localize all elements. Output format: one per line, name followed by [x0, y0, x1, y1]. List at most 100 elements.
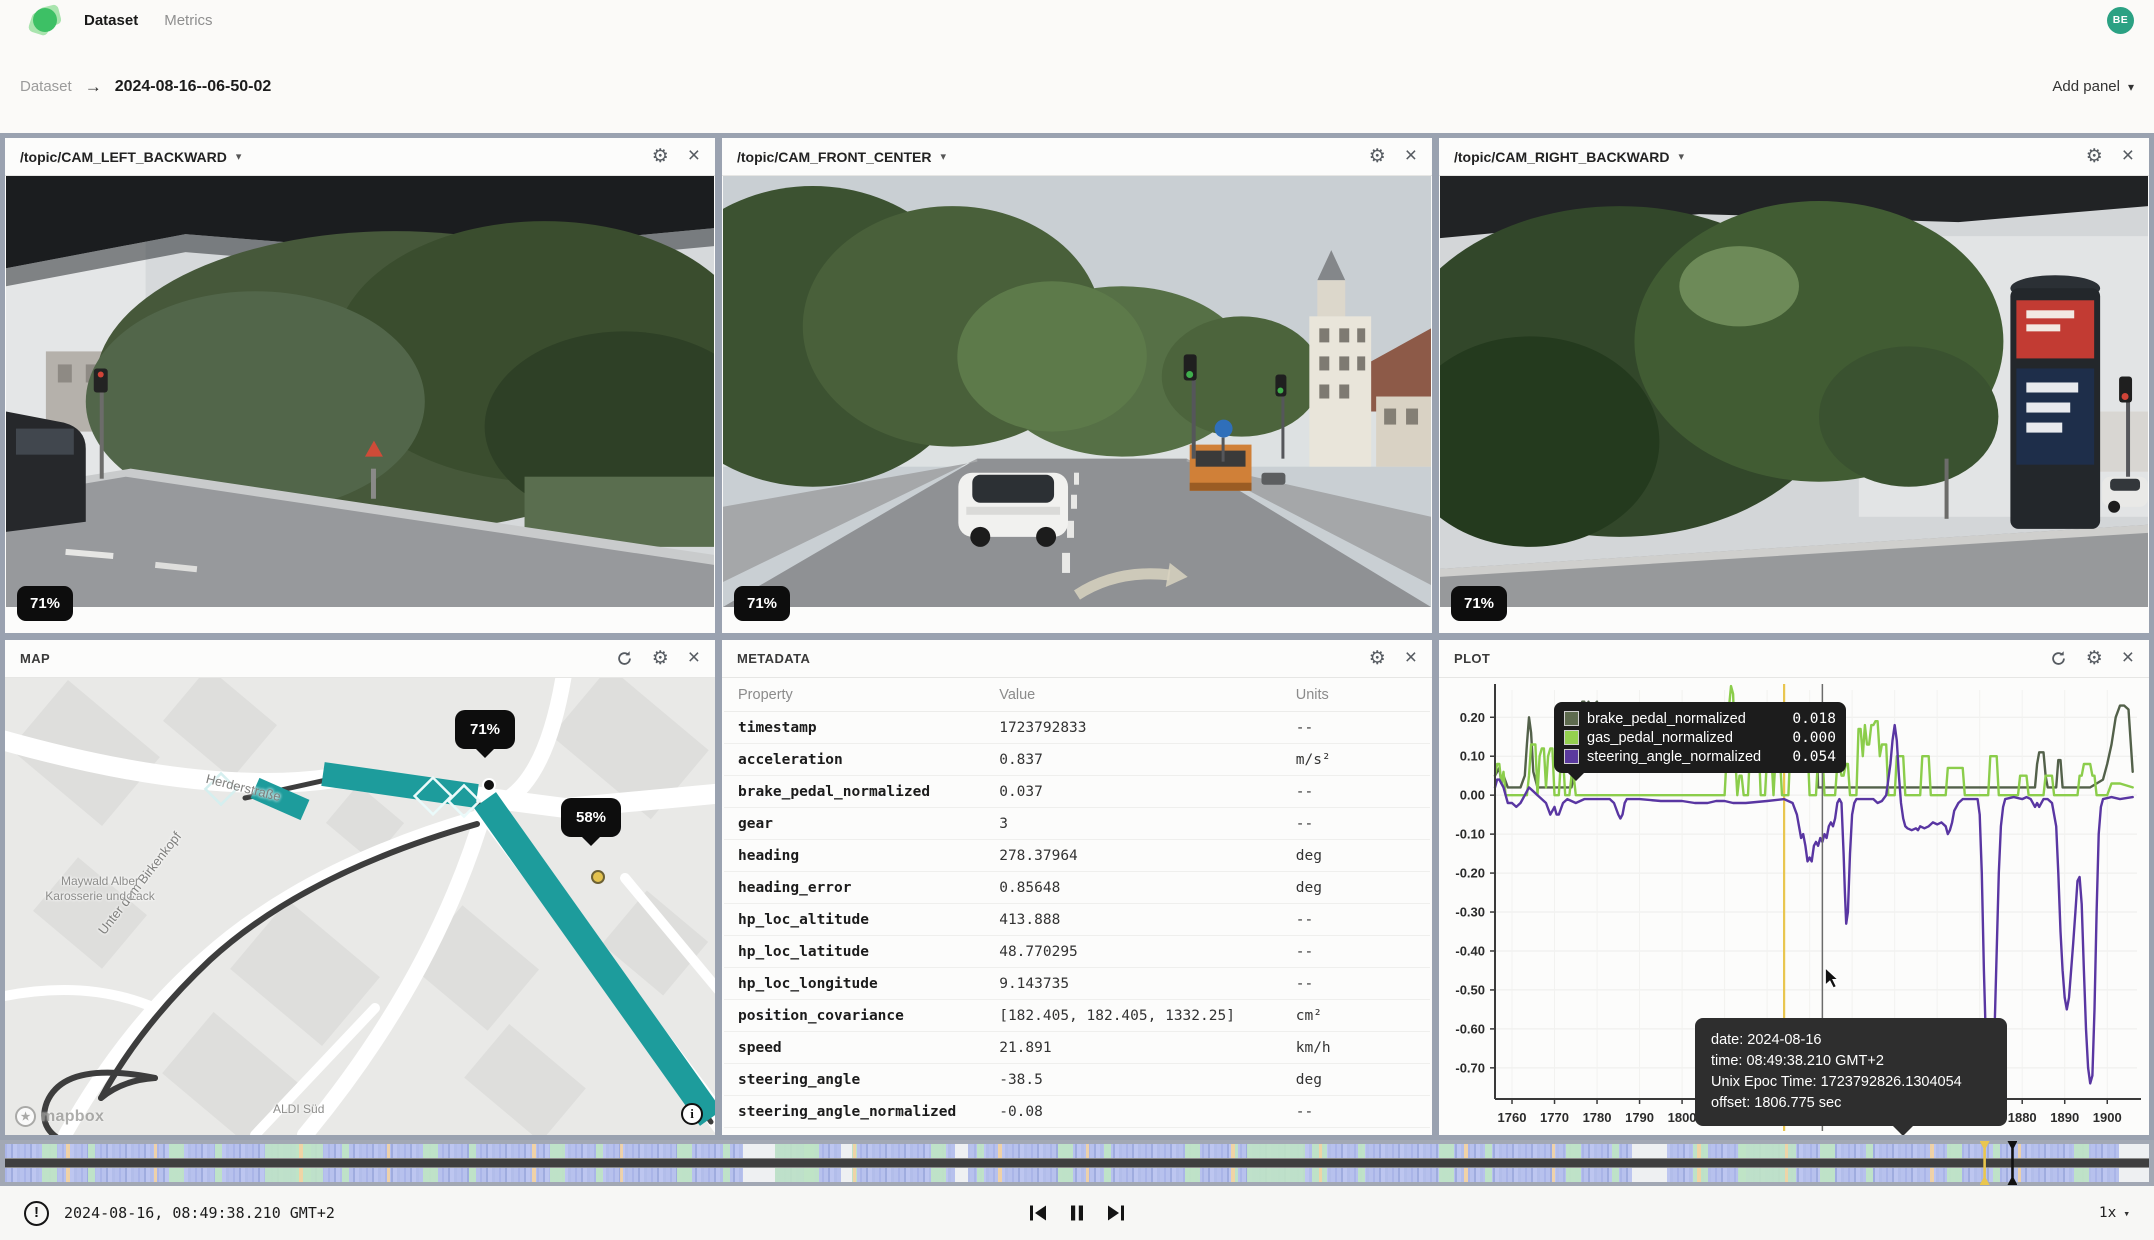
y-tick-label: 0.00	[1460, 788, 1485, 803]
x-tick-label: 1790	[1625, 1110, 1654, 1125]
chevron-down-icon[interactable]: ▾	[236, 150, 242, 163]
map-marker-58[interactable]: 58%	[561, 798, 621, 837]
clock-alert-icon[interactable]: !	[24, 1201, 49, 1226]
timeline-gap	[841, 1144, 852, 1158]
pause-button[interactable]	[1064, 1200, 1090, 1226]
chevron-down-icon: ▾	[2123, 1207, 2130, 1220]
timeline-gap	[2119, 1168, 2149, 1182]
avatar[interactable]: BE	[2107, 7, 2134, 34]
column-value: Value	[985, 678, 1282, 712]
mapbox-icon: ★	[15, 1106, 36, 1127]
playback-controls	[1025, 1200, 1129, 1226]
close-icon[interactable]: ×	[2122, 647, 2134, 668]
x-tick-label: 1880	[2008, 1110, 2037, 1125]
timeline-track-top[interactable]	[5, 1144, 2149, 1158]
map-marker-dot-current	[482, 778, 496, 792]
app-logo-icon[interactable]	[30, 6, 60, 34]
value-cell: LEFT	[985, 1128, 1282, 1136]
timeline-gap	[955, 1144, 968, 1158]
gear-icon[interactable]: ⚙	[1369, 147, 1386, 166]
add-panel-button[interactable]: Add panel ▾	[2052, 78, 2134, 95]
gear-icon[interactable]: ⚙	[2086, 649, 2103, 668]
chevron-down-icon[interactable]: ▾	[1678, 150, 1684, 163]
property-cell: turn_signal	[724, 1128, 985, 1136]
property-cell: gear	[724, 808, 985, 840]
chevron-down-icon: ▾	[2128, 80, 2134, 94]
property-cell: timestamp	[724, 712, 985, 744]
tooltip-line: date: 2024-08-16	[1711, 1030, 1991, 1051]
close-icon[interactable]: ×	[1405, 647, 1417, 668]
legend-item[interactable]: brake_pedal_normalized0.018	[1564, 709, 1836, 728]
x-tick-label: 1890	[2050, 1110, 2079, 1125]
map-info-icon[interactable]: i	[681, 1103, 703, 1125]
timeline-gap	[841, 1168, 852, 1182]
panel-title: PLOT	[1454, 651, 1490, 666]
close-icon[interactable]: ×	[2122, 145, 2134, 166]
legend-item[interactable]: steering_angle_normalized0.054	[1564, 747, 1836, 766]
mapbox-logo[interactable]: ★ mapbox	[15, 1106, 104, 1127]
map-canvas[interactable]: Herderstraße Unter dem Birkenkopf Maywal…	[5, 678, 715, 1135]
breadcrumb-bar: Dataset → 2024-08-16--06-50-02 Add panel…	[0, 40, 2154, 133]
map-marker-71[interactable]: 71%	[455, 710, 515, 749]
units-cell: --	[1282, 1128, 1430, 1136]
metadata-row: hp_loc_longitude9.143735--	[724, 968, 1430, 1000]
value-cell: 413.888	[985, 904, 1282, 936]
property-cell: position_covariance	[724, 1000, 985, 1032]
chevron-down-icon[interactable]: ▾	[940, 150, 946, 163]
plot-area[interactable]: 0.200.100.00-0.10-0.20-0.30-0.40-0.50-0.…	[1439, 678, 2149, 1135]
close-icon[interactable]: ×	[688, 647, 700, 668]
units-cell: --	[1282, 1096, 1430, 1128]
current-timestamp: 2024-08-16, 08:49:38.210 GMT+2	[64, 1204, 335, 1222]
gear-icon[interactable]: ⚙	[2086, 147, 2103, 166]
panel-header: /topic/CAM_RIGHT_BACKWARD ▾ ⚙ ×	[1439, 138, 2149, 176]
timeline-track-bottom[interactable]	[5, 1168, 2149, 1182]
units-cell: deg	[1282, 840, 1430, 872]
close-icon[interactable]: ×	[1405, 145, 1417, 166]
metadata-row: acceleration0.837m/s²	[724, 744, 1430, 776]
units-cell: m/s²	[1282, 744, 1430, 776]
tab-metrics[interactable]: Metrics	[164, 12, 212, 29]
camera-view: 71%	[722, 176, 1432, 633]
tab-dataset[interactable]: Dataset	[84, 12, 138, 29]
metadata-row: turn_signalLEFT--	[724, 1128, 1430, 1136]
timeline-scrubber[interactable]	[0, 1140, 2154, 1186]
gear-icon[interactable]: ⚙	[652, 147, 669, 166]
property-cell: speed	[724, 1032, 985, 1064]
refresh-icon[interactable]	[2050, 650, 2067, 667]
playback-speed-select[interactable]: 1x ▾	[2099, 1205, 2130, 1221]
gear-icon[interactable]: ⚙	[652, 649, 669, 668]
breadcrumb-current: 2024-08-16--06-50-02	[115, 78, 272, 96]
add-panel-label: Add panel	[2052, 78, 2120, 95]
panel-plot: PLOT ⚙ × 0.200.100.00-0.10-0.20-0.30-0.4…	[1439, 640, 2149, 1135]
camera-scene	[1440, 176, 2148, 607]
legend-item[interactable]: gas_pedal_normalized0.000	[1564, 728, 1836, 747]
top-bar: Dataset Metrics BE	[0, 0, 2154, 40]
breadcrumb-root[interactable]: Dataset	[20, 78, 72, 95]
metadata-row: speed21.891km/h	[724, 1032, 1430, 1064]
gear-icon[interactable]: ⚙	[1369, 649, 1386, 668]
refresh-icon[interactable]	[616, 650, 633, 667]
poi-label-maywald: Maywald AlberKarosserie und Lack	[35, 874, 165, 904]
property-cell: acceleration	[724, 744, 985, 776]
value-cell: -38.5	[985, 1064, 1282, 1096]
topic-title[interactable]: /topic/CAM_FRONT_CENTER	[737, 149, 931, 165]
skip-to-end-button[interactable]	[1103, 1200, 1129, 1226]
metadata-row: position_covariance[182.405, 182.405, 13…	[724, 1000, 1430, 1032]
topic-title[interactable]: /topic/CAM_RIGHT_BACKWARD	[1454, 149, 1669, 165]
camera-image-left-backward	[6, 176, 714, 607]
metadata-row: steering_angle_normalized-0.08--	[724, 1096, 1430, 1128]
units-cell: cm²	[1282, 1000, 1430, 1032]
units-cell: --	[1282, 776, 1430, 808]
panel-header: MAP ⚙ ×	[5, 640, 715, 678]
close-icon[interactable]: ×	[688, 145, 700, 166]
timeline-gap	[1632, 1168, 1666, 1182]
main-nav: Dataset Metrics	[84, 12, 213, 29]
timeline-center-bar[interactable]	[5, 1158, 2149, 1168]
topic-title[interactable]: /topic/CAM_LEFT_BACKWARD	[20, 149, 227, 165]
value-cell: 0.037	[985, 776, 1282, 808]
legend-series-name: steering_angle_normalized	[1587, 749, 1784, 765]
panel-metadata: METADATA ⚙ × Property Value Units times	[722, 640, 1432, 1135]
poi-label-aldi: ALDI Süd	[273, 1102, 324, 1117]
skip-to-start-button[interactable]	[1025, 1200, 1051, 1226]
legend-swatch	[1564, 730, 1579, 745]
